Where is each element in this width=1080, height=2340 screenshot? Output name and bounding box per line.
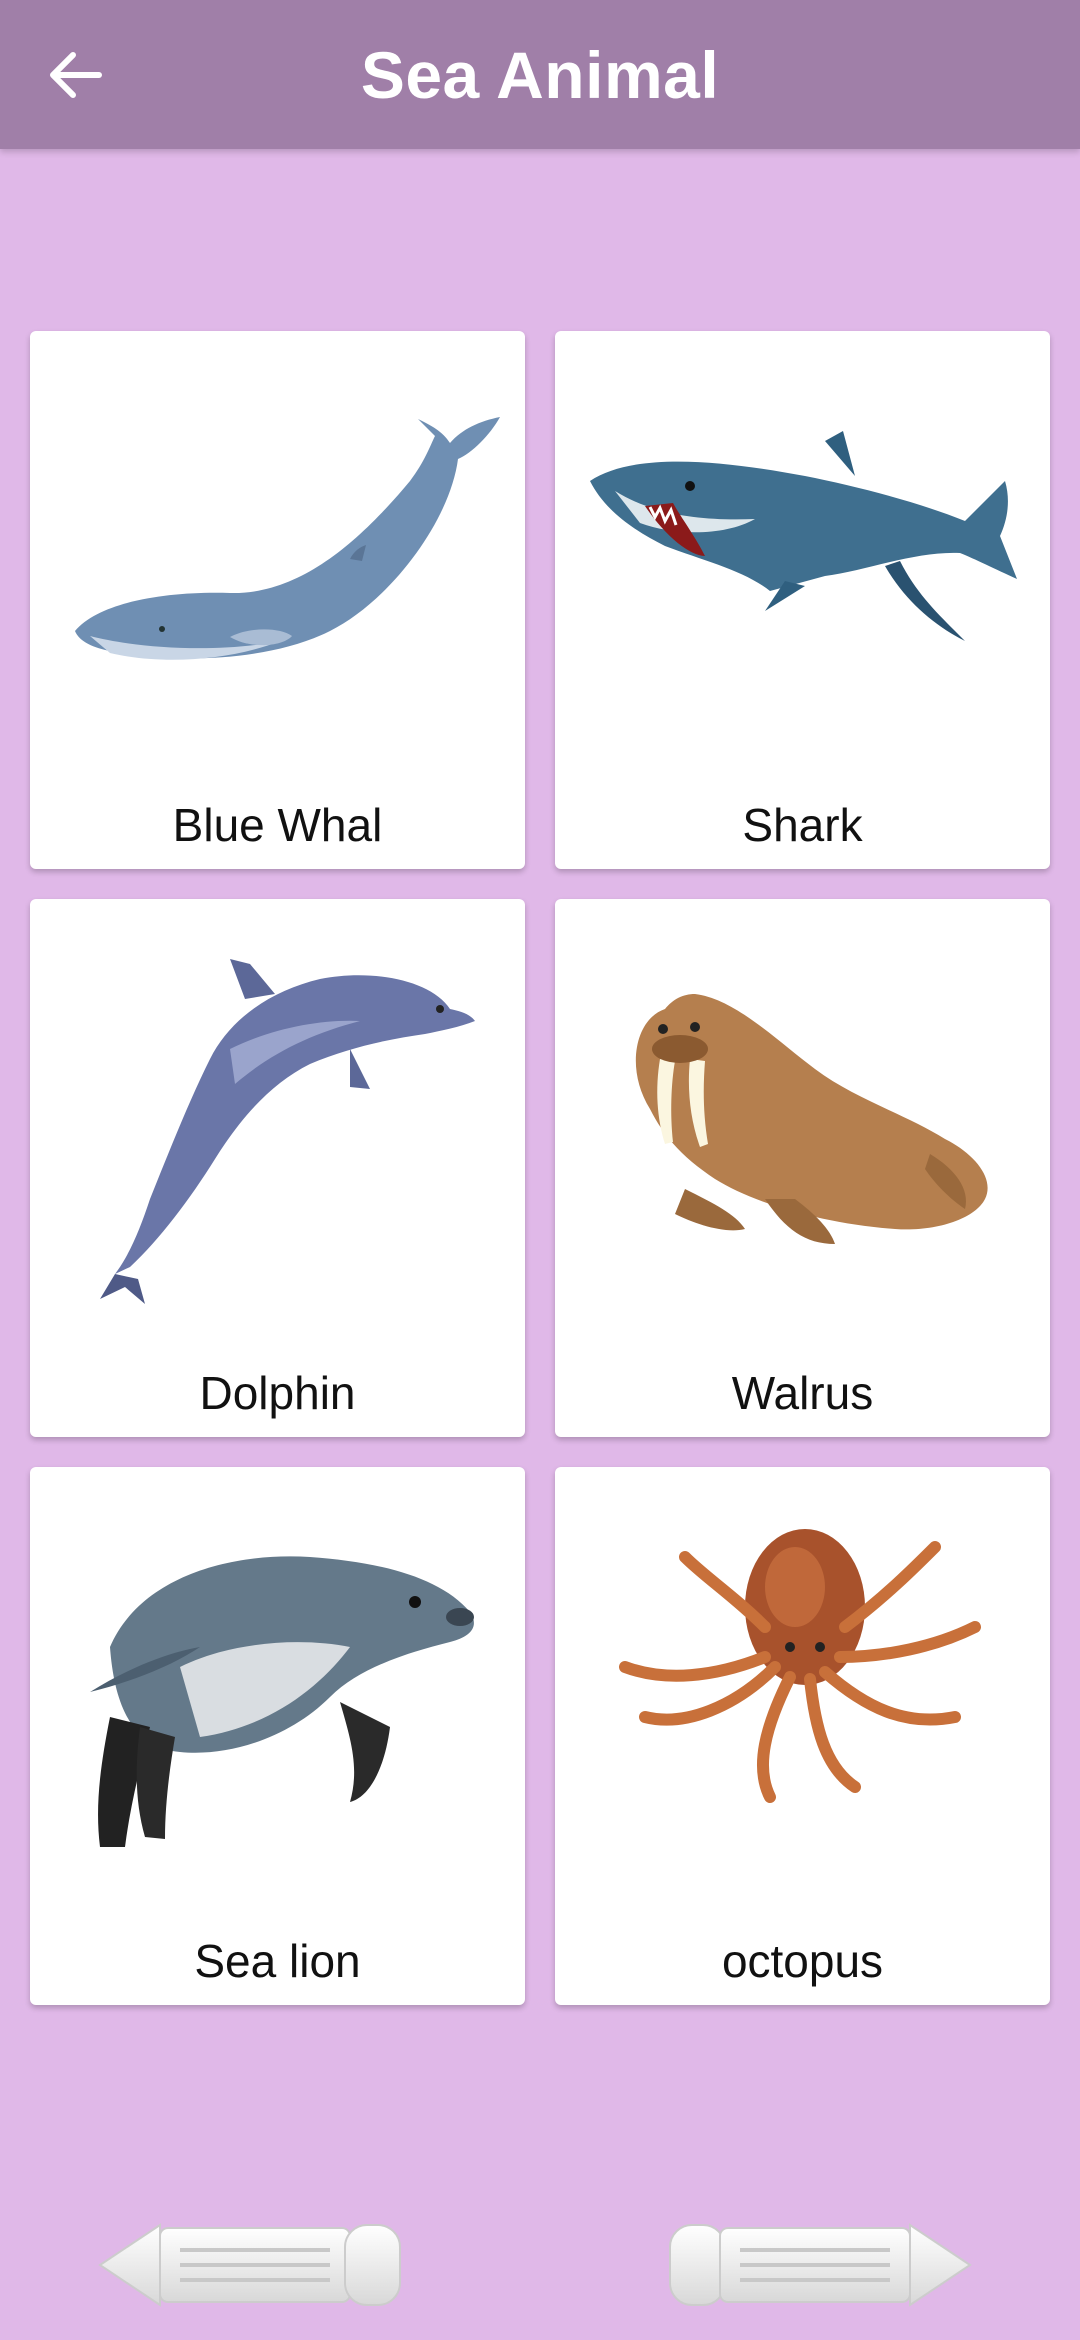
animal-label: octopus	[721, 1935, 884, 1987]
pencil-arrow-left-icon	[98, 2223, 401, 2307]
octopus-image	[619, 1529, 981, 1803]
animal-label: Sea lion	[194, 1935, 361, 1987]
next-button[interactable]	[660, 2210, 980, 2320]
sea-lion-image	[90, 1556, 474, 1847]
previous-button[interactable]	[90, 2210, 410, 2320]
blue-whale-image	[75, 417, 500, 660]
dolphin-image	[100, 959, 475, 1304]
animal-card-octopus[interactable]: octopus	[555, 1467, 1050, 2005]
animal-card-dolphin[interactable]: Dolphin	[30, 899, 525, 1437]
animal-card-shark[interactable]: Shark	[555, 331, 1050, 869]
walrus-image	[635, 994, 988, 1244]
animal-label: Shark	[742, 799, 863, 851]
animal-card-walrus[interactable]: Walrus	[555, 899, 1050, 1437]
animal-label: Blue Whal	[172, 799, 383, 851]
animal-grid: Blue Whal Shark Dolphin Walrus Sea lion …	[30, 331, 1050, 2005]
animal-card-blue-whale[interactable]: Blue Whal	[30, 331, 525, 869]
app-bar: Sea Animal	[0, 0, 1080, 149]
page-title: Sea Animal	[360, 37, 720, 112]
animal-label: Dolphin	[199, 1367, 356, 1419]
pencil-arrow-right-icon	[669, 2223, 972, 2307]
shark-image	[590, 431, 1017, 641]
animal-card-sea-lion[interactable]: Sea lion	[30, 1467, 525, 2005]
animal-label: Walrus	[731, 1367, 874, 1419]
